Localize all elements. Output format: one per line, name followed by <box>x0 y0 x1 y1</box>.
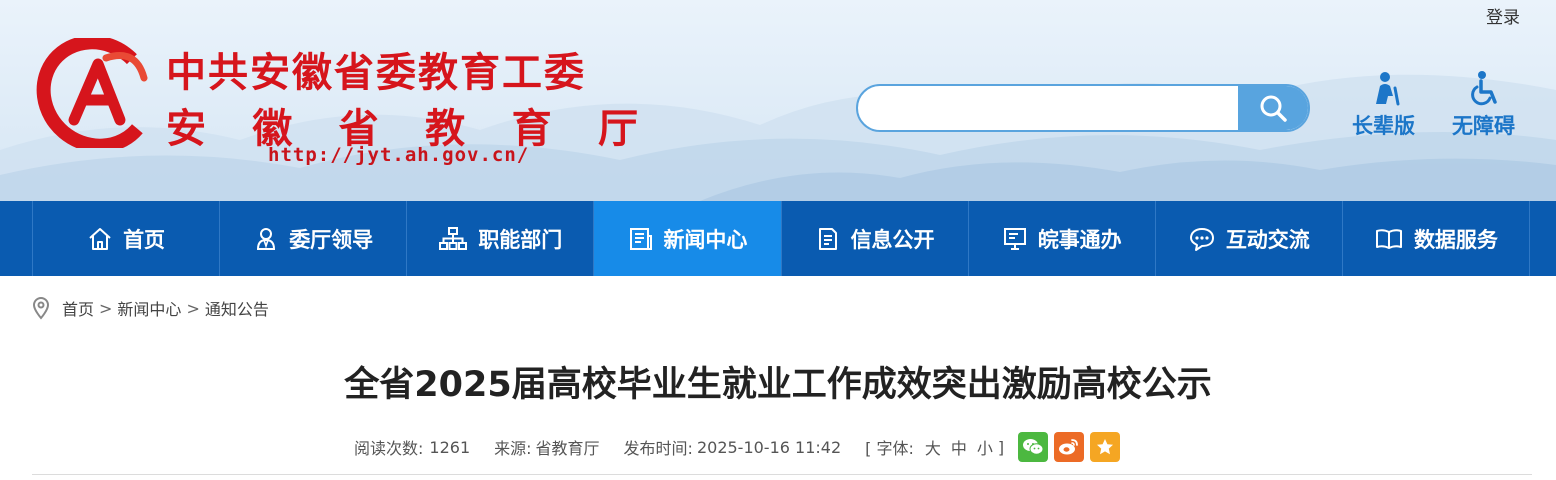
wechat-icon <box>1023 439 1044 455</box>
breadcrumb-news[interactable]: 新闻中心 <box>117 296 181 320</box>
site-url: http://jyt.ah.gov.cn/ <box>268 144 530 166</box>
main-nav: 首页 委厅领导 职能部门 新闻中心 信息公开 皖事通办 互动交流 数据服务 <box>0 201 1556 276</box>
org-name-char: 安 <box>166 106 206 152</box>
accessibility-label: 无障碍 <box>1452 114 1515 138</box>
document-icon <box>818 227 837 250</box>
breadcrumb-separator: > <box>186 298 200 318</box>
breadcrumb: 首页 > 新闻中心 > 通知公告 <box>32 296 269 320</box>
nav-item-home[interactable]: 首页 <box>32 201 219 276</box>
nav-item-disclosure[interactable]: 信息公开 <box>780 201 968 276</box>
elder-mode-label: 长辈版 <box>1352 114 1415 138</box>
nav-item-data[interactable]: 数据服务 <box>1341 201 1530 276</box>
breadcrumb-separator: > <box>99 298 113 318</box>
login-link[interactable]: 登录 <box>1486 3 1520 28</box>
elder-mode-button[interactable]: 长辈版 <box>1352 70 1415 140</box>
views-label: 阅读次数: <box>354 439 424 458</box>
news-icon <box>630 227 653 250</box>
font-size-medium[interactable]: 中 <box>951 435 967 459</box>
leaders-icon <box>257 227 276 250</box>
nav-item-interaction[interactable]: 互动交流 <box>1154 201 1342 276</box>
nav-label: 新闻中心 <box>663 227 748 252</box>
nav-label: 信息公开 <box>850 227 935 252</box>
location-pin-icon <box>32 297 50 320</box>
home-icon <box>89 227 111 250</box>
nav-item-services[interactable]: 皖事通办 <box>967 201 1155 276</box>
article-title: 全省2025届高校毕业生就业工作成效突出激励高校公示 <box>344 365 1212 405</box>
nav-label: 数据服务 <box>1413 227 1498 252</box>
nav-label: 首页 <box>123 227 166 252</box>
weibo-icon <box>1059 439 1079 455</box>
nav-item-news[interactable]: 新闻中心 <box>593 201 781 276</box>
nav-label: 互动交流 <box>1225 227 1310 252</box>
nav-label: 职能部门 <box>478 227 563 252</box>
font-size-label: [ 字体: <box>865 439 914 458</box>
org-name-char: 厅 <box>597 106 638 152</box>
nav-label: 皖事通办 <box>1037 227 1122 252</box>
site-header: 登录 中共安徽省委教育工委 安 徽 省 教 育 厅 http://jyt.ah.… <box>0 0 1556 201</box>
share-weibo-button[interactable] <box>1054 432 1085 462</box>
nav-bar: 首页 委厅领导 职能部门 新闻中心 信息公开 皖事通办 互动交流 数据服务 <box>32 201 1530 276</box>
nav-item-departments[interactable]: 职能部门 <box>406 201 593 276</box>
search-button[interactable] <box>1238 86 1308 130</box>
font-size-large[interactable]: 大 <box>925 435 941 459</box>
breadcrumb-home[interactable]: 首页 <box>62 296 94 320</box>
book-icon <box>1375 228 1402 249</box>
article-meta: 阅读次数: 1261 来源: 省教育厅 发布时间: 2025-10-16 11:… <box>354 432 1121 462</box>
nav-label: 委厅领导 <box>289 227 374 252</box>
search-box <box>856 84 1310 132</box>
org-name-party: 中共安徽省委教育工委 <box>166 50 586 96</box>
breadcrumb-notices[interactable]: 通知公告 <box>205 296 269 320</box>
share-wechat-button[interactable] <box>1018 432 1049 462</box>
published-label: 发布时间: <box>623 439 693 458</box>
font-size-close: ] <box>997 437 1005 457</box>
source-value: 省教育厅 <box>535 439 600 458</box>
nav-item-leaders[interactable]: 委厅领导 <box>219 201 406 276</box>
search-input[interactable] <box>858 86 1242 130</box>
search-icon <box>1260 95 1287 122</box>
accessibility-button[interactable]: 无障碍 <box>1452 70 1515 140</box>
source-label: 来源: <box>494 439 532 458</box>
meta-divider <box>32 474 1532 475</box>
font-size-small[interactable]: 小 <box>977 435 993 459</box>
chat-icon <box>1189 227 1214 251</box>
published-value: 2025-10-16 11:42 <box>696 437 842 457</box>
elder-person-icon <box>1375 72 1399 106</box>
views-count: 1261 <box>429 437 471 457</box>
logo-emblem-icon <box>36 38 156 148</box>
org-chart-icon <box>439 226 468 250</box>
favorite-button[interactable] <box>1090 432 1121 462</box>
wheelchair-icon <box>1470 71 1497 106</box>
monitor-icon <box>1003 227 1026 250</box>
favorite-icon <box>1097 439 1114 455</box>
